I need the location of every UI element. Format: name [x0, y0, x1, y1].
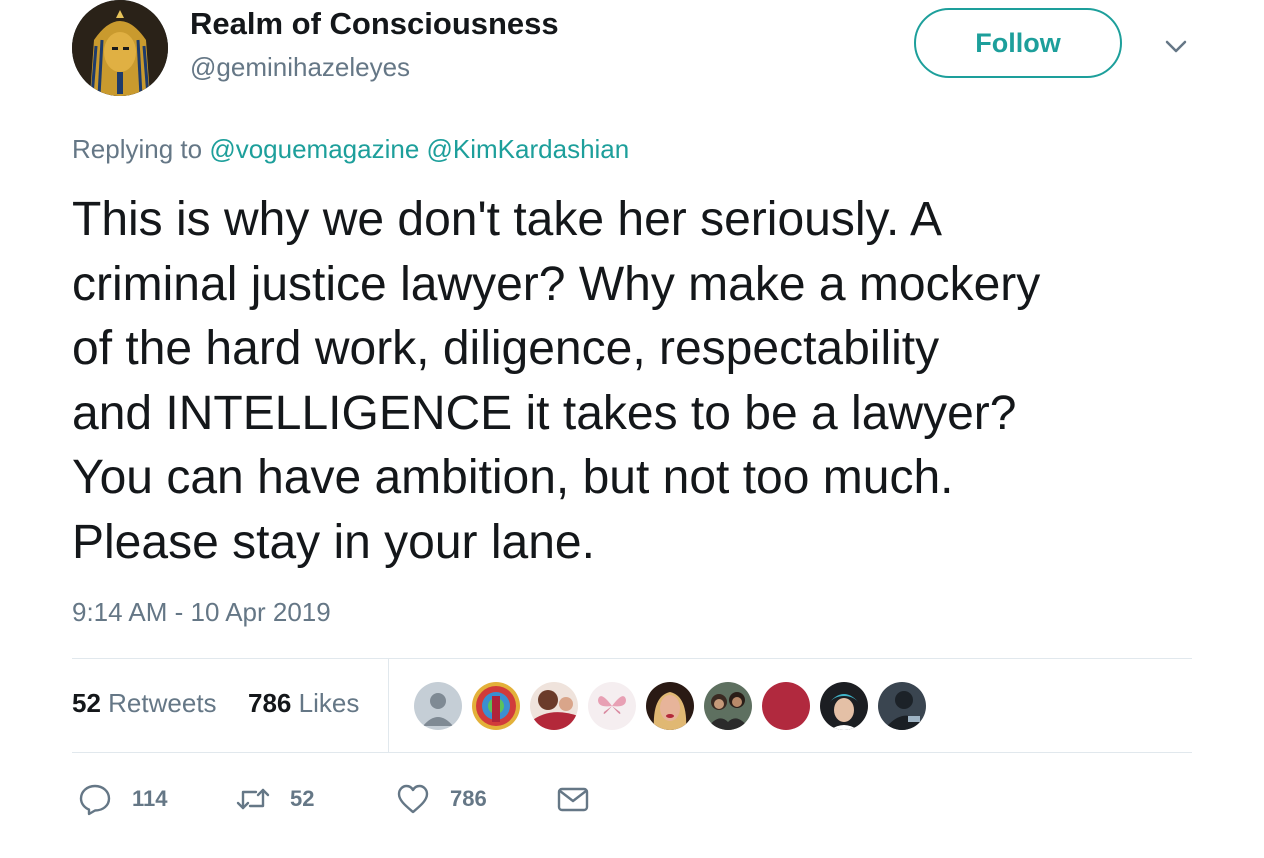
red-avatar-icon — [762, 682, 810, 730]
photo-avatar-icon — [530, 682, 578, 730]
blue-hair-avatar-icon — [820, 682, 868, 730]
liker-avatar[interactable] — [704, 682, 752, 730]
author-avatar[interactable] — [72, 0, 168, 96]
author-display-name[interactable]: Realm of Consciousness — [190, 6, 559, 42]
tweet-text: This is why we don't take her seriously.… — [72, 188, 1222, 575]
liker-avatar[interactable] — [646, 682, 694, 730]
butterfly-avatar-icon — [588, 682, 636, 730]
direct-message-action[interactable] — [556, 782, 590, 816]
envelope-icon — [557, 787, 589, 812]
liker-avatar[interactable] — [530, 682, 578, 730]
tweet-text-line: and INTELLIGENCE it takes to be a lawyer… — [72, 386, 1017, 440]
mention-link[interactable]: @KimKardashian — [427, 134, 630, 164]
liker-avatar[interactable] — [472, 682, 520, 730]
replying-to-label: Replying to — [72, 134, 203, 164]
more-options-button[interactable] — [1162, 34, 1190, 58]
retweets-count: 52 — [72, 688, 101, 718]
tweet-text-line: You can have ambition, but not too much. — [72, 451, 954, 504]
divider — [72, 658, 1192, 659]
retweet-icon — [236, 788, 270, 810]
liker-avatar[interactable] — [414, 682, 462, 730]
likes-count: 786 — [248, 688, 292, 718]
blonde-avatar-icon — [646, 682, 694, 730]
reply-action[interactable]: 114 — [78, 782, 168, 816]
follow-button[interactable]: Follow — [914, 8, 1122, 78]
reply-icon — [79, 784, 111, 816]
likes-label: Likes — [298, 688, 360, 718]
liker-avatar[interactable] — [820, 682, 868, 730]
golden-pharaoh-mask-icon — [72, 0, 168, 96]
heart-icon — [397, 784, 429, 814]
colorful-avatar-icon — [472, 682, 520, 730]
like-count: 786 — [450, 786, 487, 811]
divider — [388, 659, 389, 752]
retweets-label: Retweets — [108, 688, 217, 718]
liker-avatar[interactable] — [588, 682, 636, 730]
default-avatar-icon — [414, 682, 462, 730]
tweet-text-line: of the hard work, diligence, respectabil… — [72, 322, 940, 375]
tweet-timestamp[interactable]: 9:14 AM - 10 Apr 2019 — [72, 597, 331, 628]
replying-to: Replying to @voguemagazine @KimKardashia… — [72, 134, 629, 165]
tweet-text-line: criminal justice lawyer? Why make a mock… — [72, 257, 1041, 311]
divider — [72, 752, 1192, 753]
retweets-stat[interactable]: 52 Retweets — [72, 688, 217, 719]
likes-stat[interactable]: 786 Likes — [248, 688, 359, 719]
chevron-down-icon — [1165, 40, 1187, 53]
liker-avatar[interactable] — [878, 682, 926, 730]
retweet-action[interactable]: 52 — [236, 782, 314, 816]
liker-avatar[interactable] — [762, 682, 810, 730]
mention-link[interactable]: @voguemagazine — [209, 134, 419, 164]
retweet-count: 52 — [290, 786, 315, 811]
tweet-text-line: This is why we don't take her seriously.… — [72, 193, 942, 246]
reply-count: 114 — [132, 786, 168, 811]
like-action[interactable]: 786 — [396, 782, 487, 816]
author-handle[interactable]: @geminihazeleyes — [190, 52, 410, 83]
tweet-text-line: Please stay in your lane. — [72, 515, 595, 569]
dark-avatar-icon — [878, 682, 926, 730]
group-avatar-icon — [704, 682, 752, 730]
